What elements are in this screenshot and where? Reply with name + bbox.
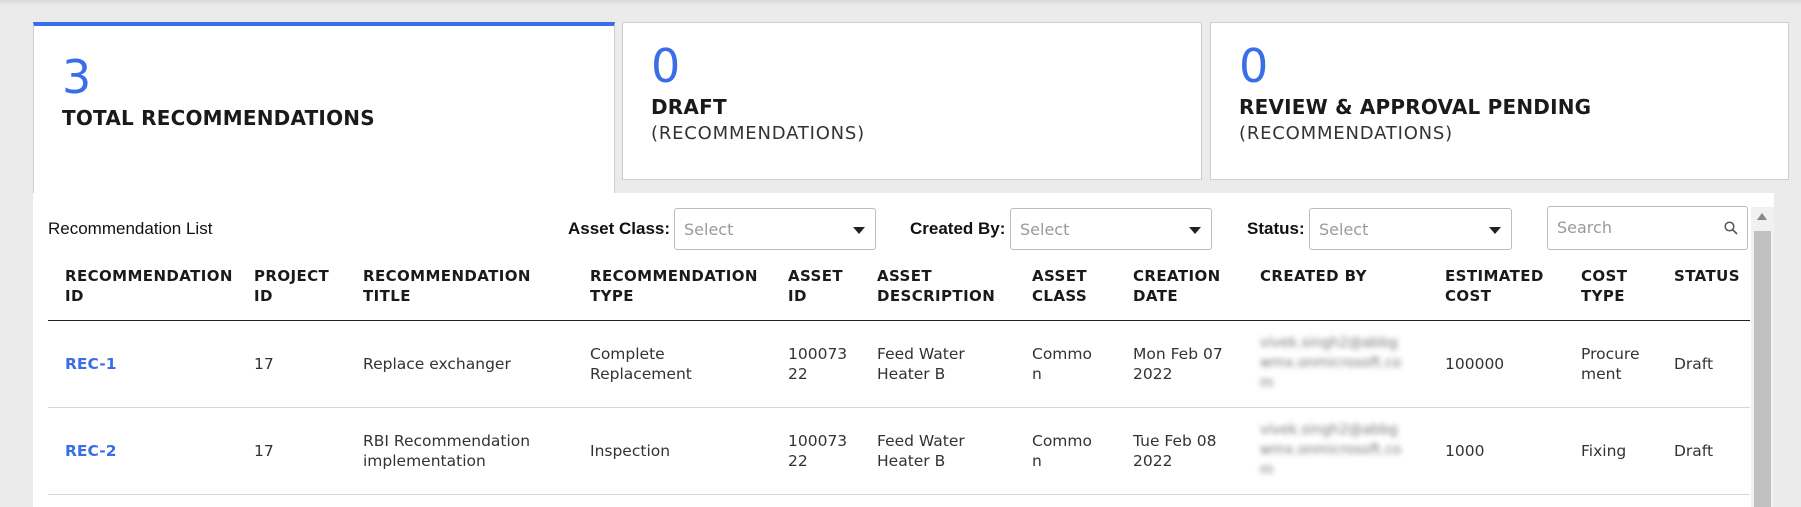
search-icon bbox=[1724, 221, 1738, 235]
scrollbar-thumb[interactable] bbox=[1754, 231, 1771, 507]
asset-id-cell: 100073 22 bbox=[788, 345, 848, 383]
col-asset-class[interactable]: ASSET CLASS bbox=[1032, 266, 1087, 306]
col-recommendation-id[interactable]: RECOMMENDATION ID bbox=[65, 266, 233, 306]
search-placeholder: Search bbox=[1557, 218, 1612, 237]
table-row[interactable]: REC-2 17 RBI Recommendation implementatio… bbox=[48, 408, 1750, 495]
col-project-id[interactable]: PROJECT ID bbox=[254, 266, 329, 306]
scroll-up-arrow-icon[interactable] bbox=[1757, 213, 1767, 220]
card-title: DRAFT bbox=[651, 95, 727, 119]
chevron-down-icon bbox=[1489, 227, 1501, 234]
card-subtitle: (RECOMMENDATIONS) bbox=[651, 123, 865, 144]
created-by-placeholder: Select bbox=[1020, 220, 1070, 239]
card-draft[interactable]: 0 DRAFT (RECOMMENDATIONS) bbox=[622, 22, 1202, 180]
status-placeholder: Select bbox=[1319, 220, 1369, 239]
cost-type-cell: Fixing bbox=[1581, 442, 1627, 460]
recommendation-table: RECOMMENDATION ID PROJECT ID RECOMMENDATIO… bbox=[48, 266, 1750, 495]
col-creation-date[interactable]: CREATION DATE bbox=[1133, 266, 1221, 306]
top-shadow bbox=[0, 0, 1801, 6]
card-title: TOTAL RECOMMENDATIONS bbox=[62, 106, 375, 130]
title-cell: RBI Recommendation implementation bbox=[363, 432, 531, 470]
vertical-scrollbar[interactable] bbox=[1751, 207, 1774, 507]
rec-id-link[interactable]: REC-2 bbox=[65, 441, 116, 461]
col-recommendation-type[interactable]: RECOMMENDATION TYPE bbox=[590, 266, 758, 306]
status-cell: Draft bbox=[1674, 442, 1714, 460]
status-select[interactable]: Select bbox=[1309, 208, 1512, 250]
card-subtitle: (RECOMMENDATIONS) bbox=[1239, 123, 1453, 144]
cost-type-cell: Procure ment bbox=[1581, 345, 1640, 383]
card-title: REVIEW & APPROVAL PENDING bbox=[1239, 95, 1592, 119]
rec-id-link[interactable]: REC-1 bbox=[65, 354, 116, 374]
created-by-select[interactable]: Select bbox=[1010, 208, 1212, 250]
created-by-cell: vivek.singh2@abbg wmx.onmicrosoft.co m bbox=[1260, 422, 1402, 478]
table-row[interactable]: REC-1 17 Replace exchanger Complete Repla… bbox=[48, 321, 1750, 408]
col-asset-id[interactable]: ASSET ID bbox=[788, 266, 843, 306]
asset-class-cell: Commo n bbox=[1032, 345, 1092, 383]
col-asset-description[interactable]: ASSET DESCRIPTION bbox=[877, 266, 995, 306]
col-status[interactable]: STATUS bbox=[1674, 266, 1740, 286]
asset-class-placeholder: Select bbox=[684, 220, 734, 239]
asset-description-cell: Feed Water Heater B bbox=[877, 345, 965, 383]
status-cell: Draft bbox=[1674, 355, 1714, 373]
estimated-cost-cell: 100000 bbox=[1445, 355, 1505, 373]
asset-class-label: Asset Class: bbox=[568, 219, 671, 238]
list-title: Recommendation List bbox=[48, 219, 213, 238]
asset-class-select[interactable]: Select bbox=[674, 208, 876, 250]
col-created-by[interactable]: CREATED BY bbox=[1260, 266, 1367, 286]
asset-description-cell: Feed Water Heater B bbox=[877, 432, 965, 470]
col-estimated-cost[interactable]: ESTIMATED COST bbox=[1445, 266, 1544, 306]
card-value: 0 bbox=[1239, 39, 1269, 93]
table-header: RECOMMENDATION ID PROJECT ID RECOMMENDATIO… bbox=[48, 266, 1750, 321]
asset-class-cell: Commo n bbox=[1032, 432, 1092, 470]
asset-id-cell: 100073 22 bbox=[788, 432, 848, 470]
estimated-cost-cell: 1000 bbox=[1445, 442, 1485, 460]
col-recommendation-title[interactable]: RECOMMENDATION TITLE bbox=[363, 266, 531, 306]
search-input[interactable]: Search bbox=[1547, 206, 1748, 250]
card-value: 3 bbox=[62, 50, 92, 104]
recommendation-list-panel: Recommendation List Asset Class: Select … bbox=[33, 193, 1774, 507]
card-total-recommendations[interactable]: 3 TOTAL RECOMMENDATIONS bbox=[33, 22, 615, 194]
created-by-label: Created By: bbox=[910, 219, 1006, 238]
type-cell: Complete Replacement bbox=[590, 345, 692, 383]
creation-date-cell: Tue Feb 08 2022 bbox=[1133, 432, 1217, 470]
project-id-cell: 17 bbox=[254, 442, 274, 460]
type-cell: Inspection bbox=[590, 442, 671, 460]
chevron-down-icon bbox=[853, 227, 865, 234]
chevron-down-icon bbox=[1189, 227, 1201, 234]
title-cell: Replace exchanger bbox=[363, 355, 511, 373]
card-value: 0 bbox=[651, 39, 681, 93]
col-cost-type[interactable]: COST TYPE bbox=[1581, 266, 1627, 306]
project-id-cell: 17 bbox=[254, 355, 274, 373]
card-review-approval-pending[interactable]: 0 REVIEW & APPROVAL PENDING (RECOMMENDAT… bbox=[1210, 22, 1789, 180]
creation-date-cell: Mon Feb 07 2022 bbox=[1133, 345, 1223, 383]
created-by-cell: vivek.singh2@abbg wmx.onmicrosoft.co m bbox=[1260, 335, 1402, 391]
status-label: Status: bbox=[1247, 219, 1305, 238]
